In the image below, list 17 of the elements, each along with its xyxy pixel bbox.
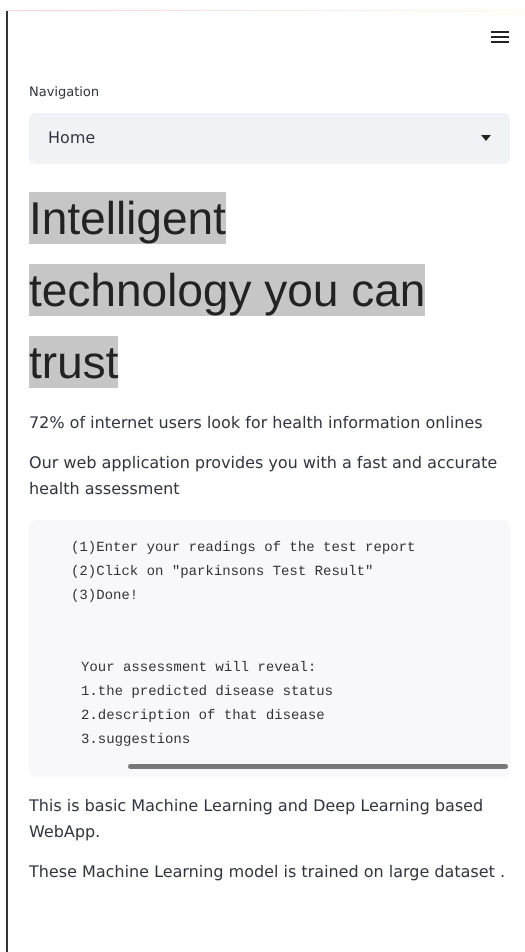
field-label: Navigation <box>29 84 100 102</box>
code-line: Your assessment will reveal: <box>81 658 318 678</box>
menu-icon[interactable] <box>490 29 510 45</box>
scrollbar[interactable] <box>128 764 508 768</box>
page-heading: Intelligent technology you can trust <box>29 190 426 390</box>
code-line: (1)Enter your readings of the test report <box>71 538 416 558</box>
paragraph: Our web application provides you with a fast and accurate health assessment <box>29 452 498 500</box>
caret-icon <box>481 135 491 141</box>
navigation-select[interactable]: Home <box>29 112 510 164</box>
paragraph: This is basic Machine Learning and Deep Learning based WebApp. <box>29 794 484 842</box>
code-line: 2.description of that disease <box>81 706 326 726</box>
paragraph: 72% of internet users look for health information onlines <box>29 412 484 434</box>
code-line: (2)Click on "parkinsons Test Result" <box>71 562 374 582</box>
code-line: (3)Done! <box>71 586 140 606</box>
code-line: 1.the predicted disease status <box>81 682 334 702</box>
paragraph: These Machine Learning model is trained on large dataset . <box>29 860 506 882</box>
code-line: 3.suggestions <box>81 730 192 750</box>
